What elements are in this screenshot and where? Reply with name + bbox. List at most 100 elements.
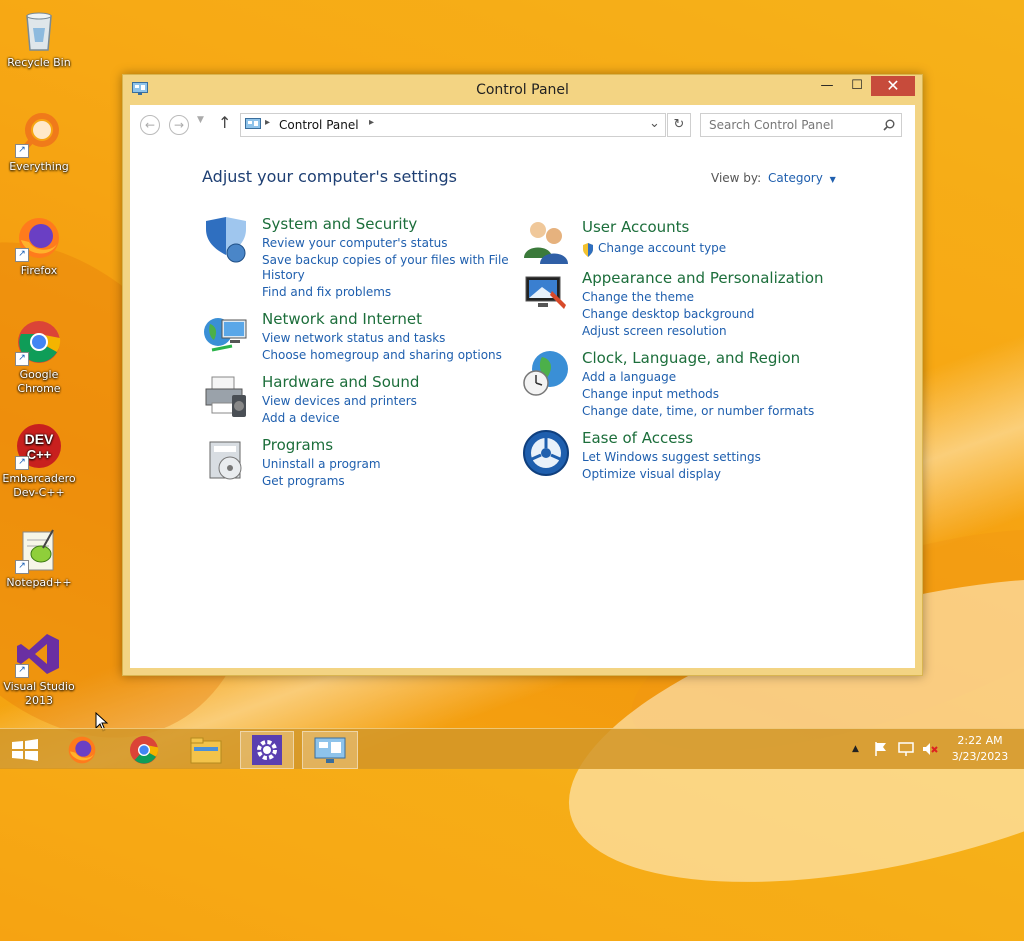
start-button[interactable] <box>0 731 52 767</box>
desktop-icon-everything[interactable]: ↗ Everything <box>1 110 77 174</box>
category-title[interactable]: Clock, Language, and Region <box>582 349 800 367</box>
search-input[interactable]: Search Control Panel <box>709 118 834 132</box>
link-add-language[interactable]: Add a language <box>582 370 676 384</box>
window-content: ← → ▼ ↑ ▸ Control Panel ▸ ⌄ ↻ Search Con… <box>130 105 915 668</box>
svg-text:DEV: DEV <box>25 431 54 447</box>
taskbar-clock[interactable]: 2:22 AM 3/23/2023 <box>946 733 1014 765</box>
link-network-status[interactable]: View network status and tasks <box>262 331 445 345</box>
taskbar-chrome[interactable] <box>118 731 170 767</box>
visual-studio-icon: ↗ <box>15 630 63 678</box>
search-icon[interactable] <box>883 119 895 131</box>
desktop-icon-label: Google Chrome <box>17 368 61 395</box>
network-icon[interactable] <box>897 741 915 757</box>
link-save-backup-history[interactable]: History <box>262 268 305 282</box>
arrow-left-icon: ← <box>144 118 156 132</box>
page-title: Adjust your computer's settings <box>202 167 457 186</box>
title-bar[interactable]: Control Panel — ☐ ✕ <box>123 75 922 105</box>
category-programs: Programs Uninstall a program Get program… <box>202 436 502 488</box>
refresh-button[interactable]: ↻ <box>667 113 691 137</box>
link-date-time-formats[interactable]: Change date, time, or number formats <box>582 404 814 418</box>
category-title[interactable]: Network and Internet <box>262 310 422 328</box>
breadcrumb-separator-icon[interactable]: ▸ <box>265 117 270 128</box>
chevron-up-icon: ▲ <box>852 744 859 754</box>
minimize-button[interactable]: — <box>813 76 841 96</box>
action-center-flag-icon[interactable] <box>873 741 889 757</box>
link-change-theme[interactable]: Change the theme <box>582 290 694 304</box>
category-title[interactable]: User Accounts <box>582 218 689 236</box>
taskbar-settings[interactable] <box>240 731 294 769</box>
desktop-icon-google-chrome[interactable]: ↗ Google Chrome <box>1 318 77 396</box>
link-homegroup[interactable]: Choose homegroup and sharing options <box>262 348 502 362</box>
desktop-icon-firefox[interactable]: ↗ Firefox <box>1 214 77 278</box>
link-review-status[interactable]: Review your computer's status <box>262 236 448 250</box>
recycle-bin-icon <box>15 6 63 54</box>
link-optimize-visual-display[interactable]: Optimize visual display <box>582 467 721 481</box>
desktop-icon-dev-cpp[interactable]: DEV C++ ↗ Embarcadero Dev-C++ <box>1 422 77 500</box>
dropdown-arrow-icon: ▼ <box>829 175 836 184</box>
desktop-icon-label: Recycle Bin <box>7 56 71 69</box>
shortcut-arrow-icon: ↗ <box>15 560 29 574</box>
breadcrumb-separator-icon[interactable]: ▸ <box>369 117 374 128</box>
taskbar: ▲ 2:22 AM 3/23/2023 <box>0 728 1024 769</box>
category-network-and-internet: Network and Internet View network status… <box>202 310 502 362</box>
category-hardware-and-sound: Hardware and Sound View devices and prin… <box>202 373 502 425</box>
link-get-programs[interactable]: Get programs <box>262 474 345 488</box>
link-input-methods[interactable]: Change input methods <box>582 387 719 401</box>
chevron-down-icon: ▼ <box>197 115 204 125</box>
desktop-icon-visual-studio[interactable]: ↗ Visual Studio 2013 <box>1 630 77 708</box>
category-title[interactable]: Programs <box>262 436 333 454</box>
shortcut-arrow-icon: ↗ <box>15 248 29 262</box>
category-user-accounts: User Accounts Change account type <box>522 218 822 264</box>
link-desktop-background[interactable]: Change desktop background <box>582 307 754 321</box>
category-title[interactable]: Hardware and Sound <box>262 373 419 391</box>
desktop-icon-label: Everything <box>9 160 69 173</box>
link-uninstall-program[interactable]: Uninstall a program <box>262 457 381 471</box>
clock-date: 3/23/2023 <box>951 750 1009 763</box>
maximize-button[interactable]: ☐ <box>843 76 871 96</box>
gear-icon <box>257 740 277 760</box>
folder-icon <box>190 737 222 764</box>
address-dropdown-chevron-icon[interactable]: ⌄ <box>649 116 660 131</box>
arrow-up-icon: ↑ <box>218 113 232 132</box>
link-windows-suggest-settings[interactable]: Let Windows suggest settings <box>582 450 761 464</box>
taskbar-file-explorer[interactable] <box>180 731 232 767</box>
close-button[interactable]: ✕ <box>871 76 915 96</box>
volume-muted-icon[interactable] <box>921 741 939 757</box>
search-box[interactable]: Search Control Panel <box>700 113 902 137</box>
link-screen-resolution[interactable]: Adjust screen resolution <box>582 324 727 338</box>
desktop-icon-notepad-plus-plus[interactable]: ↗ Notepad++ <box>1 526 77 590</box>
link-devices-printers[interactable]: View devices and printers <box>262 394 417 408</box>
breadcrumb-control-panel[interactable]: Control Panel <box>279 118 359 132</box>
desktop-icon-label: Visual Studio 2013 <box>3 680 75 707</box>
show-hidden-icons-button[interactable]: ▲ <box>852 744 859 754</box>
forward-button[interactable]: → <box>169 115 189 135</box>
back-button[interactable]: ← <box>140 115 160 135</box>
taskbar-firefox[interactable] <box>56 731 108 767</box>
address-bar[interactable]: ▸ Control Panel ▸ ⌄ <box>240 113 666 137</box>
view-by-dropdown[interactable]: Category ▼ <box>768 171 836 185</box>
link-change-account-type[interactable]: Change account type <box>598 241 726 255</box>
view-by-value: Category <box>768 171 823 185</box>
shield-icon <box>202 215 250 263</box>
shortcut-arrow-icon: ↗ <box>15 352 29 366</box>
category-title[interactable]: System and Security <box>262 215 417 233</box>
clock-time: 2:22 AM <box>957 734 1003 747</box>
up-button[interactable]: ↑ <box>218 113 231 132</box>
settings-tile <box>252 735 282 765</box>
taskbar-control-panel[interactable] <box>302 731 358 769</box>
link-find-fix-problems[interactable]: Find and fix problems <box>262 285 391 299</box>
uac-shield-icon <box>583 243 593 257</box>
shortcut-arrow-icon: ↗ <box>15 144 29 158</box>
control-panel-icon <box>245 118 261 129</box>
category-title[interactable]: Appearance and Personalization <box>582 269 824 287</box>
desktop-icon-recycle-bin[interactable]: Recycle Bin <box>1 6 77 70</box>
appearance-icon <box>522 269 570 317</box>
category-title[interactable]: Ease of Access <box>582 429 693 447</box>
svg-text:C++: C++ <box>27 447 52 462</box>
printer-icon <box>202 373 250 421</box>
link-add-device[interactable]: Add a device <box>262 411 340 425</box>
firefox-icon: ↗ <box>15 214 63 262</box>
window-title: Control Panel <box>476 82 569 98</box>
recent-pages-button[interactable]: ▼ <box>197 115 204 125</box>
link-save-backup[interactable]: Save backup copies of your files with Fi… <box>262 253 509 267</box>
